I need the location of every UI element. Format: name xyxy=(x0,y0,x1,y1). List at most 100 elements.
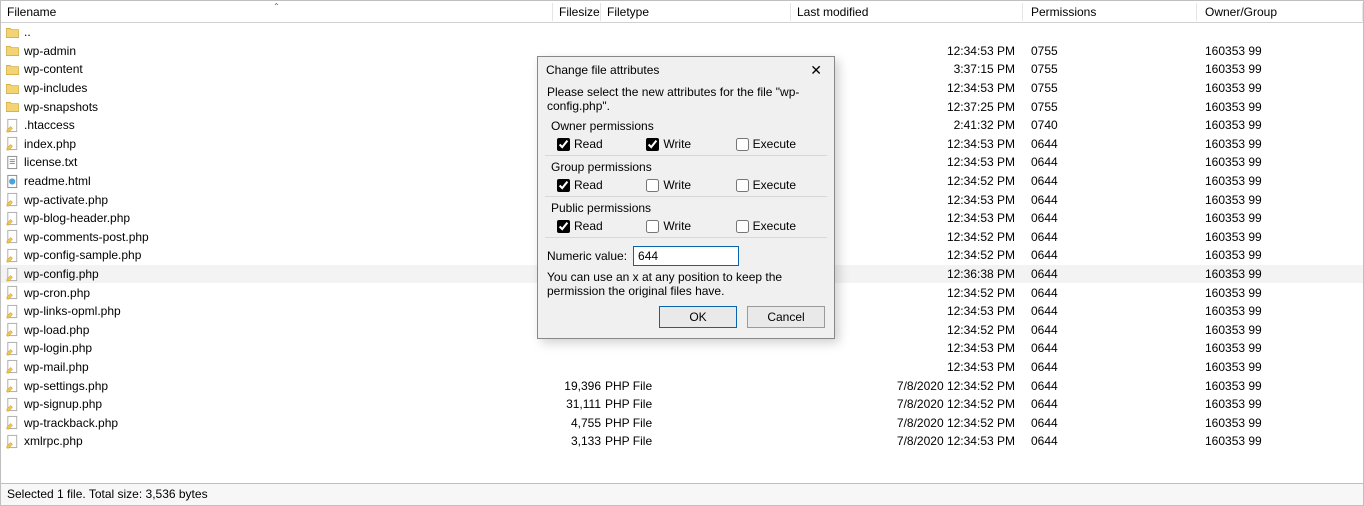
file-permissions: 0644 xyxy=(1023,137,1197,151)
column-header-filesize[interactable]: Filesize xyxy=(553,3,601,21)
status-bar: Selected 1 file. Total size: 3,536 bytes xyxy=(1,483,1363,505)
file-permissions: 0755 xyxy=(1023,81,1197,95)
column-header-owner[interactable]: Owner/Group xyxy=(1197,3,1363,21)
owner-permissions-group: Owner permissions Read Write Execute xyxy=(547,119,825,151)
file-owner: 160353 99 xyxy=(1197,397,1363,411)
file-modified: 7/8/2020 12:34:52 PM xyxy=(791,416,1023,430)
file-owner: 160353 99 xyxy=(1197,304,1363,318)
file-modified: 7/8/2020 12:34:53 PM xyxy=(791,434,1023,448)
file-type: PHP File xyxy=(601,379,791,393)
file-owner: 160353 99 xyxy=(1197,100,1363,114)
php-icon xyxy=(5,211,20,226)
file-permissions: 0644 xyxy=(1023,304,1197,318)
php-icon xyxy=(5,136,20,151)
file-name: wp-blog-header.php xyxy=(24,211,130,225)
table-row[interactable]: .. xyxy=(1,23,1363,42)
php-icon xyxy=(5,267,20,282)
file-permissions: 0644 xyxy=(1023,286,1197,300)
group-permissions-group: Group permissions Read Write Execute xyxy=(547,160,825,192)
close-icon[interactable]: ✕ xyxy=(806,64,826,76)
folder-icon xyxy=(5,25,20,40)
table-row[interactable]: wp-mail.php12:34:53 PM0644160353 99 xyxy=(1,358,1363,377)
column-header-permissions[interactable]: Permissions xyxy=(1023,3,1197,21)
file-name: wp-content xyxy=(24,62,83,76)
file-owner: 160353 99 xyxy=(1197,248,1363,262)
table-row[interactable]: wp-signup.php31,111PHP File7/8/2020 12:3… xyxy=(1,395,1363,414)
column-header-filetype[interactable]: Filetype xyxy=(601,3,791,21)
file-owner: 160353 99 xyxy=(1197,193,1363,207)
folder-icon xyxy=(5,99,20,114)
file-permissions: 0755 xyxy=(1023,100,1197,114)
owner-read-checkbox[interactable]: Read xyxy=(557,137,646,151)
folder-icon xyxy=(5,81,20,96)
file-owner: 160353 99 xyxy=(1197,434,1363,448)
table-row[interactable]: wp-trackback.php4,755PHP File7/8/2020 12… xyxy=(1,413,1363,432)
numeric-value-input[interactable] xyxy=(633,246,739,266)
file-owner: 160353 99 xyxy=(1197,286,1363,300)
file-name: wp-includes xyxy=(24,81,87,95)
file-owner: 160353 99 xyxy=(1197,174,1363,188)
file-size: 31,111 xyxy=(553,397,601,411)
file-name: .htaccess xyxy=(24,118,75,132)
file-permissions: 0740 xyxy=(1023,118,1197,132)
checkbox-label: Execute xyxy=(753,137,796,151)
numeric-value-label: Numeric value: xyxy=(547,249,627,263)
public-permissions-group: Public permissions Read Write Execute xyxy=(547,201,825,233)
file-permissions: 0644 xyxy=(1023,434,1197,448)
group-write-checkbox[interactable]: Write xyxy=(646,178,735,192)
file-owner: 160353 99 xyxy=(1197,360,1363,374)
checkbox-label: Execute xyxy=(753,219,796,233)
dialog-instruction: Please select the new attributes for the… xyxy=(547,85,825,113)
file-modified: 7/8/2020 12:34:52 PM xyxy=(791,397,1023,411)
table-row[interactable]: wp-settings.php19,396PHP File7/8/2020 12… xyxy=(1,376,1363,395)
file-permissions: 0644 xyxy=(1023,211,1197,225)
public-execute-checkbox[interactable]: Execute xyxy=(736,219,825,233)
public-permissions-label: Public permissions xyxy=(551,201,825,215)
file-name: wp-settings.php xyxy=(24,379,108,393)
group-read-checkbox[interactable]: Read xyxy=(557,178,646,192)
file-name: wp-admin xyxy=(24,44,76,58)
dialog-hint: You can use an x at any position to keep… xyxy=(547,270,825,298)
file-type: PHP File xyxy=(601,397,791,411)
file-permissions: 0644 xyxy=(1023,248,1197,262)
owner-write-checkbox[interactable]: Write xyxy=(646,137,735,151)
file-owner: 160353 99 xyxy=(1197,230,1363,244)
column-header-modified[interactable]: Last modified xyxy=(791,3,1023,21)
file-owner: 160353 99 xyxy=(1197,416,1363,430)
column-header-filename[interactable]: ⌃ Filename xyxy=(1,3,553,21)
cancel-button[interactable]: Cancel xyxy=(747,306,825,328)
group-permissions-label: Group permissions xyxy=(551,160,825,174)
change-attributes-dialog: Change file attributes ✕ Please select t… xyxy=(537,56,835,339)
php-icon xyxy=(5,322,20,337)
file-modified: 7/8/2020 12:34:52 PM xyxy=(791,379,1023,393)
php-icon xyxy=(5,415,20,430)
owner-permissions-label: Owner permissions xyxy=(551,119,825,133)
table-row[interactable]: xmlrpc.php3,133PHP File7/8/2020 12:34:53… xyxy=(1,432,1363,451)
php-icon xyxy=(5,192,20,207)
file-name: .. xyxy=(24,25,31,39)
file-permissions: 0644 xyxy=(1023,155,1197,169)
file-permissions: 0755 xyxy=(1023,62,1197,76)
owner-execute-checkbox[interactable]: Execute xyxy=(736,137,825,151)
file-permissions: 0644 xyxy=(1023,323,1197,337)
group-execute-checkbox[interactable]: Execute xyxy=(736,178,825,192)
table-row[interactable]: wp-login.php12:34:53 PM0644160353 99 xyxy=(1,339,1363,358)
file-owner: 160353 99 xyxy=(1197,323,1363,337)
file-owner: 160353 99 xyxy=(1197,155,1363,169)
php-icon xyxy=(5,397,20,412)
ok-button[interactable]: OK xyxy=(659,306,737,328)
file-permissions: 0644 xyxy=(1023,341,1197,355)
file-name: wp-snapshots xyxy=(24,100,98,114)
public-read-checkbox[interactable]: Read xyxy=(557,219,646,233)
checkbox-label: Write xyxy=(663,178,691,192)
checkbox-label: Write xyxy=(663,137,691,151)
file-name: readme.html xyxy=(24,174,91,188)
file-owner: 160353 99 xyxy=(1197,267,1363,281)
file-owner: 160353 99 xyxy=(1197,81,1363,95)
file-name: wp-config-sample.php xyxy=(24,248,141,262)
php-icon xyxy=(5,359,20,374)
file-size: 4,755 xyxy=(553,416,601,430)
file-name: wp-links-opml.php xyxy=(24,304,121,318)
dialog-title: Change file attributes xyxy=(546,63,659,77)
public-write-checkbox[interactable]: Write xyxy=(646,219,735,233)
